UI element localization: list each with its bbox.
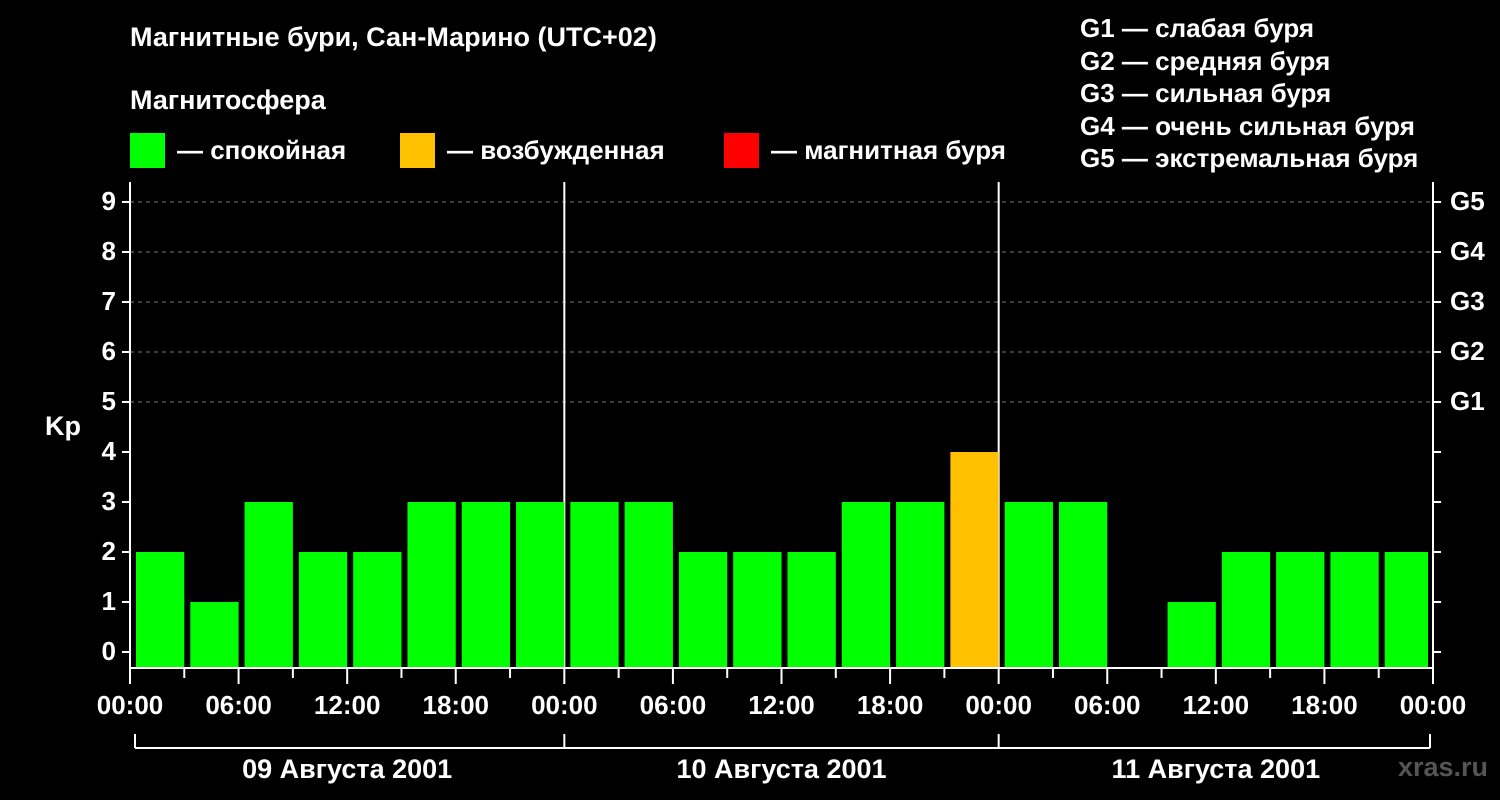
bar-kp [244, 502, 293, 668]
g-label-g3: G3 [1450, 286, 1485, 316]
x-tick-label: 00:00 [1400, 690, 1467, 720]
y-tick-label: 6 [102, 336, 116, 366]
bar-kp [841, 502, 891, 668]
x-tick-label: 06:00 [640, 690, 707, 720]
bar-kp [950, 452, 999, 668]
bar-kp [1058, 502, 1108, 668]
bar-kp [353, 552, 402, 668]
bar-kp [733, 552, 782, 668]
day-label: 09 Августа 2001 [242, 754, 452, 784]
bar-kp [407, 502, 456, 668]
day-label: 10 Августа 2001 [676, 754, 886, 784]
y-tick-label: 1 [102, 586, 116, 616]
day-label: 11 Августа 2001 [1112, 754, 1321, 784]
y-tick-label: 8 [102, 236, 116, 266]
y-tick-label: 4 [102, 436, 117, 466]
x-tick-label: 12:00 [748, 690, 815, 720]
x-tick-label: 12:00 [1183, 690, 1250, 720]
x-tick-label: 12:00 [314, 690, 381, 720]
bar-kp [896, 502, 945, 668]
g-label-g4: G4 [1450, 236, 1485, 266]
bar-kp [298, 552, 348, 668]
bar-kp [1330, 552, 1379, 668]
g-label-g2: G2 [1450, 336, 1485, 366]
watermark: xras.ru [1397, 752, 1488, 782]
y-tick-label: 7 [102, 286, 116, 316]
g-label-g1: G1 [1450, 386, 1485, 416]
y-tick-label: 5 [102, 386, 116, 416]
bar-kp [136, 552, 185, 668]
x-tick-label: 00:00 [531, 690, 598, 720]
y-axis-label: Kp [45, 411, 81, 441]
bar-kp [190, 602, 239, 668]
bar-kp [1004, 502, 1053, 668]
bar-kp [1167, 602, 1216, 668]
bar-kp [1221, 552, 1271, 668]
kp-bar-chart: 0 1 2 3 4 5 6 7 8 9 G1 G2 G3 G4 G5 Kp 00:00 06:00 12:00 18:… [45, 182, 1485, 784]
bar-kp [678, 552, 728, 668]
y-tick-label: 9 [102, 186, 116, 216]
x-tick-label: 06:00 [205, 690, 272, 720]
y-tick-label: 0 [102, 636, 116, 666]
x-tick-label: 18:00 [423, 690, 490, 720]
bar-kp [516, 502, 565, 668]
bar-kp [461, 502, 511, 668]
x-tick-label: 18:00 [857, 690, 924, 720]
y-tick-label: 3 [102, 486, 116, 516]
x-tick-label: 00:00 [97, 690, 164, 720]
bar-kp [570, 502, 619, 668]
x-tick-label: 00:00 [965, 690, 1032, 720]
bar-kp [1384, 552, 1428, 668]
bar-kp [787, 552, 836, 668]
x-tick-label: 18:00 [1291, 690, 1358, 720]
bar-kp [624, 502, 673, 668]
bar-kp [1276, 552, 1325, 668]
y-tick-label: 2 [102, 536, 116, 566]
g-label-g5: G5 [1450, 186, 1485, 216]
x-tick-label: 06:00 [1074, 690, 1141, 720]
